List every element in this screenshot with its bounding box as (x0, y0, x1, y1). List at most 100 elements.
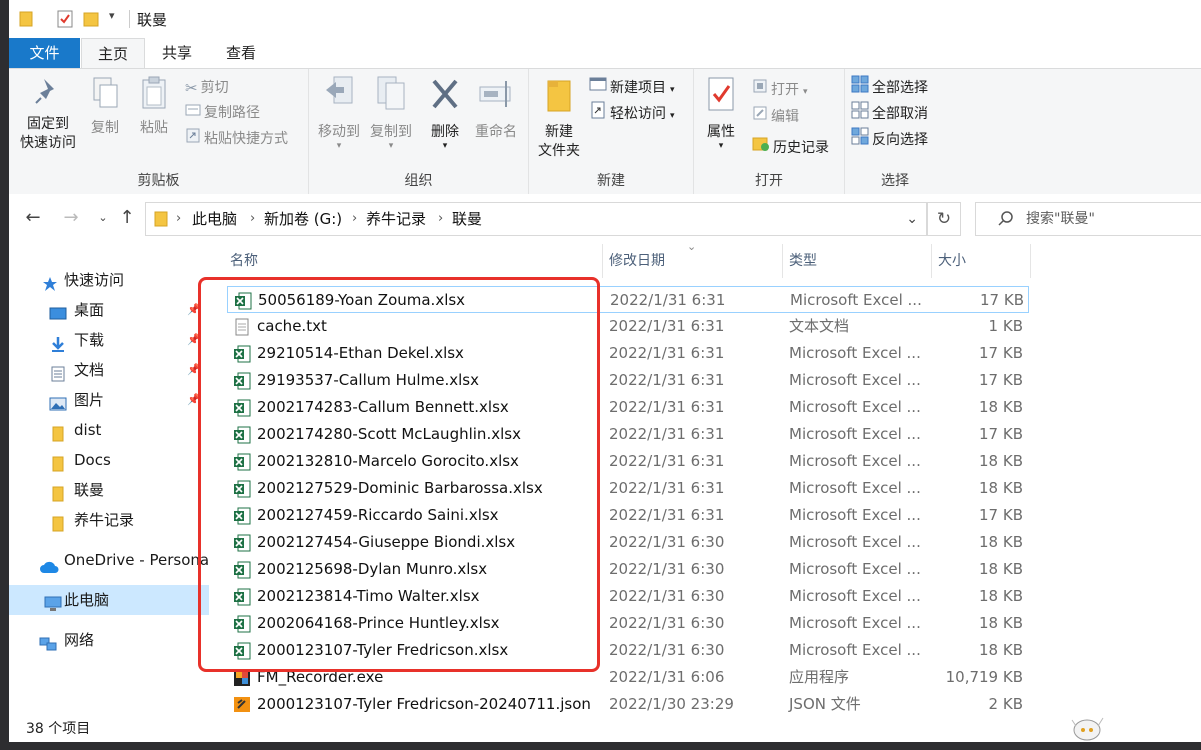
breadcrumb-chevron-icon[interactable]: › (250, 203, 255, 235)
nav-item[interactable]: 养牛记录 (9, 505, 209, 535)
properties-button[interactable]: 属性 ▾ (700, 75, 742, 151)
column-divider[interactable] (602, 244, 603, 278)
search-box[interactable]: 搜索"联曼" (975, 202, 1201, 236)
new-folder-button[interactable]: 新建 文件夹 (533, 75, 585, 161)
address-dropdown-icon[interactable]: ⌄ (906, 203, 918, 235)
file-row[interactable]: 2002123814-Timo Walter.xlsx 2022/1/31 6:3… (227, 583, 1027, 610)
easy-access-icon (589, 101, 607, 127)
file-row[interactable]: 2002174280-Scott McLaughlin.xlsx 2022/1/3… (227, 421, 1027, 448)
file-row[interactable]: 2002127459-Riccardo Saini.xlsx 2022/1/31 … (227, 502, 1027, 529)
file-row[interactable]: 2002127454-Giuseppe Biondi.xlsx 2022/1/31… (227, 529, 1027, 556)
cut-button[interactable]: ✂ 剪切 (185, 76, 229, 100)
edit-button[interactable]: 编辑 (752, 105, 799, 129)
nav-item[interactable]: 图片 📌 (9, 385, 209, 415)
nav-quick-access[interactable]: 快速访问 (9, 265, 209, 295)
invert-selection-icon (851, 127, 869, 153)
ribbon: 固定到 快速访问 复制 粘贴 ✂ 剪切 复制路径 粘贴快捷方式 剪贴板 移动到 … (9, 68, 1201, 195)
nav-item[interactable]: 桌面 📌 (9, 295, 209, 325)
tab-view[interactable]: 查看 (210, 38, 272, 68)
easy-access-button[interactable]: 轻松访问 ▾ (589, 101, 675, 125)
address-bar[interactable]: › 此电脑 › 新加卷 (G:) › 养牛记录 › 联曼 ⌄ (145, 202, 927, 236)
explorer-window: ▾ 联曼 文件 主页 共享 查看 固定到 快速访问 复制 粘贴 ✂ 剪切 复制路… (0, 0, 1201, 750)
new-item-button[interactable]: 新建项目 ▾ (589, 76, 675, 100)
file-row[interactable]: 2002125698-Dylan Munro.xlsx 2022/1/31 6:3… (227, 556, 1027, 583)
file-row[interactable]: 2002127529-Dominic Barbarossa.xlsx 2022/1… (227, 475, 1027, 502)
breadcrumb-chevron-icon[interactable]: › (176, 203, 181, 235)
network-icon (39, 632, 57, 655)
recent-locations-chevron-icon[interactable]: ⌄ (91, 206, 115, 230)
tab-home[interactable]: 主页 (81, 38, 145, 70)
copy-to-button[interactable]: 复制到 ▾ (365, 75, 417, 151)
back-arrow-icon[interactable]: ← (21, 206, 45, 230)
pin-icon[interactable]: 📌 (187, 355, 201, 385)
invert-selection-button[interactable]: 反向选择 (851, 127, 928, 151)
pin-icon[interactable]: 📌 (187, 385, 201, 415)
customize-quick-access-icon[interactable]: ▾ (109, 9, 115, 22)
pin-icon[interactable]: 📌 (187, 325, 201, 355)
scissors-icon: ✂ (185, 79, 198, 97)
file-row[interactable]: cache.txt 2022/1/31 6:31 文本文档 1 KB (227, 313, 1027, 340)
nav-item-label: Docs (74, 451, 111, 469)
file-row[interactable]: 29193537-Callum Hulme.xlsx 2022/1/31 6:31… (227, 367, 1027, 394)
breadcrumb-current[interactable]: 联曼 (452, 203, 482, 235)
column-divider[interactable] (782, 244, 783, 278)
nav-item[interactable]: 文档 📌 (9, 355, 209, 385)
breadcrumb-chevron-icon[interactable]: › (352, 203, 357, 235)
copy-path-button[interactable]: 复制路径 (185, 101, 260, 125)
column-header-date[interactable]: 修改日期 (609, 244, 665, 278)
tray-mascot-icon (1070, 712, 1106, 746)
paste-shortcut-button[interactable]: 粘贴快捷方式 (185, 127, 288, 151)
nav-this-pc[interactable]: 此电脑 (9, 585, 209, 615)
column-divider[interactable] (931, 244, 932, 278)
file-row[interactable]: 2002174283-Callum Bennett.xlsx 2022/1/31 … (227, 394, 1027, 421)
copy-button[interactable]: 复制 (83, 75, 127, 138)
select-none-button[interactable]: 全部取消 (851, 101, 928, 125)
column-header-size[interactable]: 大小 (938, 244, 966, 278)
breadcrumb-this-pc[interactable]: 此电脑 (192, 203, 237, 235)
forward-arrow-icon[interactable]: → (59, 206, 83, 230)
file-list: 名称 ⌄ 修改日期 类型 大小 50056189-Yoan Zouma.xlsx… (209, 240, 1201, 713)
file-row[interactable]: 2002064168-Prince Huntley.xlsx 2022/1/31 … (227, 610, 1027, 637)
paste-button[interactable]: 粘贴 (131, 75, 177, 138)
column-header-name[interactable]: 名称 (230, 244, 258, 278)
nav-item[interactable]: 联曼 (9, 475, 209, 505)
breadcrumb-drive[interactable]: 新加卷 (G:) (264, 203, 342, 235)
nav-item[interactable]: 下载 📌 (9, 325, 209, 355)
history-button[interactable]: 历史记录 (752, 135, 829, 159)
group-label-clipboard: 剪贴板 (137, 173, 180, 189)
nav-item[interactable]: dist (9, 415, 209, 445)
pin-label: 固定到 快速访问 (20, 116, 76, 151)
rename-label: 重命名 (475, 124, 517, 140)
breadcrumb-folder[interactable]: 养牛记录 (366, 203, 426, 235)
properties-check-icon[interactable] (57, 10, 73, 32)
rename-button[interactable]: 重命名 (469, 75, 523, 142)
nav-onedrive[interactable]: OneDrive - Persona (9, 545, 209, 575)
sort-chevron-icon: ⌄ (687, 240, 697, 253)
file-name: FM_Recorder.exe (257, 668, 384, 686)
file-row[interactable]: 29210514-Ethan Dekel.xlsx 2022/1/31 6:31 M… (227, 340, 1027, 367)
nav-network[interactable]: 网络 (9, 625, 209, 655)
delete-button[interactable]: 删除 ▾ (423, 75, 467, 151)
group-open: 属性 ▾ 打开 ▾ 编辑 历史记录 打开 (694, 69, 845, 194)
tab-file[interactable]: 文件 (9, 38, 80, 68)
file-row[interactable]: 2000123107-Tyler Fredricson.xlsx 2022/1/3… (227, 637, 1027, 664)
nav-item[interactable]: Docs (9, 445, 209, 475)
column-header-type[interactable]: 类型 (789, 244, 817, 278)
move-to-button[interactable]: 移动到 ▾ (313, 75, 365, 151)
breadcrumb-chevron-icon[interactable]: › (438, 203, 443, 235)
open-button[interactable]: 打开 ▾ (752, 78, 808, 102)
file-row[interactable]: 2002132810-Marcelo Gorocito.xlsx 2022/1/3… (227, 448, 1027, 475)
search-placeholder[interactable]: 搜索"联曼" (1026, 203, 1095, 235)
pin-icon[interactable]: 📌 (187, 295, 201, 325)
file-type: Microsoft Excel ... (790, 291, 922, 309)
refresh-icon[interactable]: ↻ (927, 202, 961, 236)
file-row[interactable]: 50056189-Yoan Zouma.xlsx 2022/1/31 6:31 Mi… (227, 286, 1029, 313)
tab-share[interactable]: 共享 (146, 38, 208, 68)
file-size: 17 KB (980, 291, 1024, 309)
pin-quick-access-button[interactable]: 固定到 快速访问 (13, 75, 83, 153)
file-row[interactable]: FM_Recorder.exe 2022/1/31 6:06 应用程序 10,719 … (227, 664, 1027, 691)
new-folder-icon[interactable] (83, 10, 99, 32)
up-arrow-icon[interactable]: ↑ (115, 206, 139, 230)
select-all-button[interactable]: 全部选择 (851, 75, 928, 99)
column-divider[interactable] (1030, 244, 1031, 278)
